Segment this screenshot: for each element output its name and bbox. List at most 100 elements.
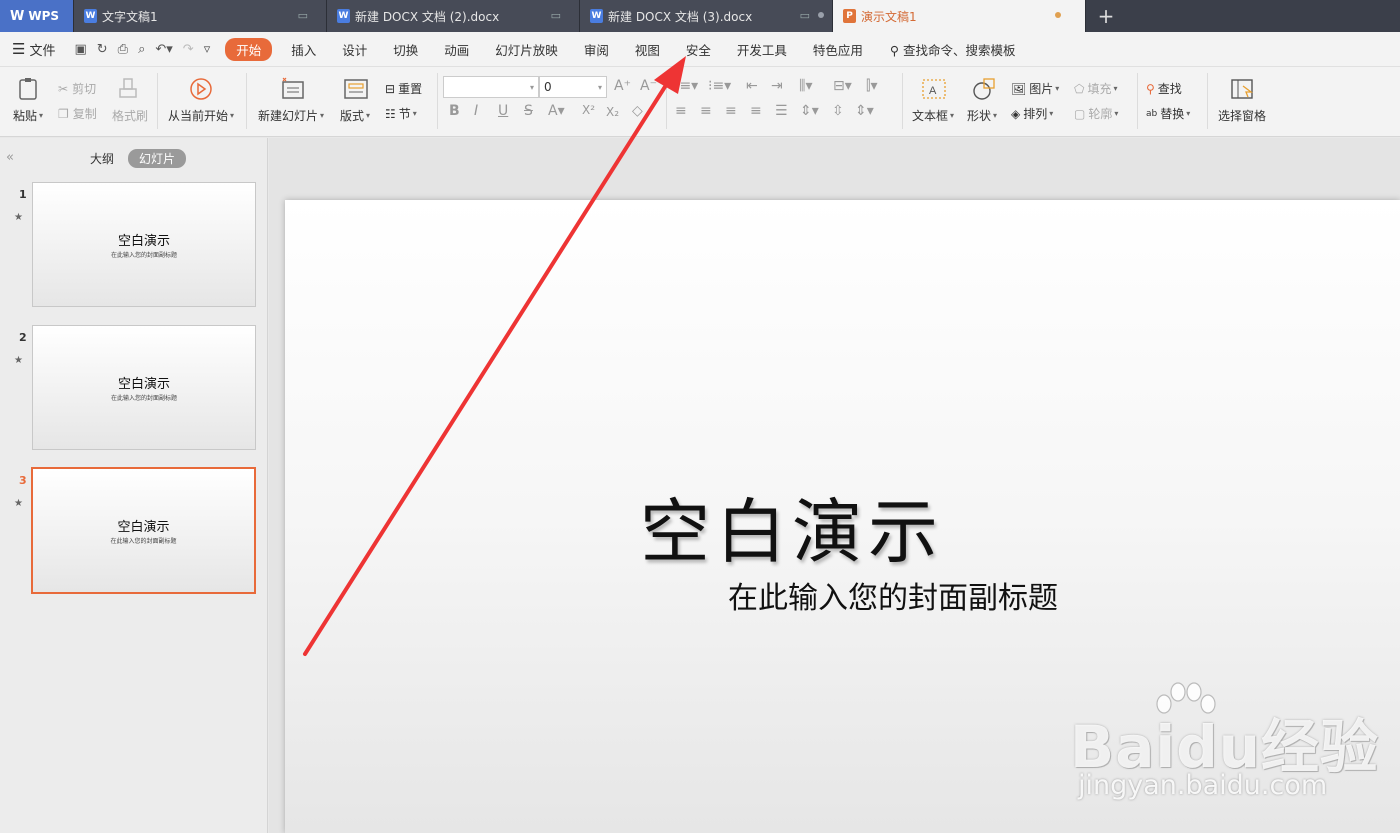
format-painter-label: 格式刷 (112, 109, 149, 123)
slide-thumbnail-2[interactable]: 空白演示 在此输入您的封面副标题 (32, 325, 256, 450)
tab-transition[interactable]: 切换 (380, 37, 431, 62)
copy-button[interactable]: ❐ 复制 (58, 105, 97, 122)
reset-button[interactable]: ⊟ 重置 (385, 80, 422, 97)
arrange-button[interactable]: ◈ 排列 ▾ (1011, 105, 1053, 122)
superscript-icon[interactable]: X² (582, 103, 595, 117)
underline-icon[interactable]: U (498, 103, 508, 119)
paragraph-settings-icon[interactable]: ⇕▾ (855, 103, 874, 119)
wps-home-tab[interactable]: W WPS (0, 0, 74, 32)
print-preview-icon[interactable]: ⌕ (138, 42, 145, 57)
customize-toolbar-icon[interactable]: ▿ (204, 42, 211, 57)
new-slide-icon (282, 77, 304, 99)
eraser-icon[interactable]: ◇ (632, 103, 643, 119)
font-color-icon[interactable]: A▾ (548, 103, 565, 119)
monitor-icon: ▭ (297, 9, 308, 22)
align-center-icon[interactable]: ≡ (700, 103, 712, 119)
slide-title[interactable]: 空白演示 (640, 476, 1190, 577)
strikethrough-icon[interactable]: S (524, 103, 533, 119)
command-search-label: 查找命令、搜索模板 (903, 42, 1016, 58)
increase-indent-icon[interactable]: ⇥ (771, 78, 783, 94)
play-from-current-button[interactable]: 从当前开始 ▾ (168, 107, 234, 124)
layers-icon: ◈ (1011, 106, 1021, 121)
writer-doc-icon: W (590, 9, 603, 23)
replace-button[interactable]: ab 替换 ▾ (1146, 105, 1190, 122)
tab-developer[interactable]: 开发工具 (724, 37, 800, 62)
tab-view[interactable]: 视图 (622, 37, 673, 62)
presentation-doc-icon: P (843, 9, 856, 23)
section-button[interactable]: ☷ 节 ▾ (385, 105, 417, 122)
bold-icon[interactable]: B (449, 103, 460, 119)
picture-button[interactable]: 🖼 图片 ▾ (1011, 80, 1059, 97)
file-menu-label: 文件 (29, 43, 56, 59)
paste-button[interactable]: 粘贴 ▾ (13, 107, 43, 124)
baidu-jingyan-watermark: Baidu经验 jingyan.baidu.com (1070, 680, 1390, 810)
tab-security[interactable]: 安全 (673, 37, 724, 62)
fill-button[interactable]: ⬠ 填充 ▾ (1074, 80, 1117, 97)
export-pdf-icon[interactable]: ↻ (97, 42, 108, 57)
shape-button[interactable]: 形状 ▾ (967, 107, 997, 124)
ribbon-separator (246, 73, 247, 129)
slides-tab[interactable]: 幻灯片 (128, 149, 187, 168)
unsaved-dot-icon (818, 12, 824, 18)
tab-home[interactable]: 开始 (225, 37, 273, 61)
align-text-icon[interactable]: ⊟▾ (833, 78, 852, 94)
collapse-panel-icon[interactable]: « (6, 150, 14, 165)
text-direction-icon[interactable]: ⫼▾ (799, 78, 812, 94)
print-icon[interactable]: ⎙ (118, 42, 128, 57)
tab-design[interactable]: 设计 (329, 37, 380, 62)
find-button[interactable]: ⚲ 查找 (1146, 80, 1182, 97)
presentation-tab[interactable]: P 演示文稿1 (833, 0, 1086, 32)
subscript-icon[interactable]: X₂ (606, 105, 619, 119)
save-icon[interactable]: ▣ (74, 42, 86, 57)
watermark-url: jingyan.baidu.com (1078, 770, 1328, 801)
command-search[interactable]: ⚲ 查找命令、搜索模板 (890, 40, 1016, 59)
outline-tab[interactable]: 大纲 (90, 150, 114, 167)
justify-icon[interactable]: ≡ (750, 103, 762, 119)
new-tab-button[interactable]: + (1086, 0, 1126, 32)
redo-icon[interactable]: ↷ (183, 42, 194, 57)
undo-icon[interactable]: ↶▾ (155, 42, 172, 57)
tab-special[interactable]: 特色应用 (800, 37, 876, 62)
distribute-icon[interactable]: ☰ (775, 103, 788, 119)
slide-subtitle[interactable]: 在此输入您的封面副标题 (728, 573, 1058, 617)
selection-pane-button[interactable]: 选择窗格 (1218, 107, 1266, 124)
tab-insert[interactable]: 插入 (278, 37, 329, 62)
format-painter-button[interactable]: 格式刷 (112, 107, 148, 124)
tab-slideshow[interactable]: 幻灯片放映 (482, 37, 571, 62)
new-slide-button[interactable]: 新建幻灯片 ▾ (258, 107, 324, 124)
chevron-down-icon: ▾ (597, 82, 602, 92)
font-size-select[interactable]: 0 ▾ (539, 76, 607, 98)
outline-label: 轮廓 (1088, 107, 1113, 121)
paste-label: 粘贴 (13, 109, 38, 123)
outline-button[interactable]: ▢ 轮廓 ▾ (1074, 105, 1118, 122)
italic-icon[interactable]: I (474, 103, 478, 119)
align-right-icon[interactable]: ≡ (725, 103, 737, 119)
document-tab-1[interactable]: W 文字文稿1 ▭ (74, 0, 327, 32)
numbered-list-icon[interactable]: ⁝≡▾ (708, 78, 731, 94)
line-spacing-icon[interactable]: ⇕▾ (800, 103, 819, 119)
document-tab-3[interactable]: W 新建 DOCX 文档 (3).docx ▭ (580, 0, 833, 32)
find-label: 查找 (1157, 82, 1182, 96)
cut-button[interactable]: ✂ 剪切 (58, 80, 96, 97)
replace-label: 替换 (1160, 107, 1185, 121)
reset-label: 重置 (398, 82, 423, 96)
slide-thumbnail-1[interactable]: 空白演示 在此输入您的封面副标题 (32, 182, 256, 307)
font-family-select[interactable]: ▾ (443, 76, 539, 98)
align-left-icon[interactable]: ≡ (675, 103, 687, 119)
textbox-button[interactable]: 文本框 ▾ (912, 107, 954, 124)
paragraph-spacing-icon[interactable]: ⇳ (832, 103, 844, 119)
file-menu[interactable]: ☰ 文件 (12, 40, 55, 59)
decrease-font-icon[interactable]: A⁻ (640, 78, 657, 94)
columns-icon[interactable]: ⫿▾ (866, 78, 878, 94)
scissors-icon: ✂ (58, 81, 69, 96)
thumbnail-subtitle: 在此输入您的封面副标题 (110, 252, 177, 259)
layout-button[interactable]: 版式 ▾ (340, 107, 370, 124)
document-tab-2[interactable]: W 新建 DOCX 文档 (2).docx ▭ (327, 0, 580, 32)
tab-animation[interactable]: 动画 (431, 37, 482, 62)
search-icon: ⚲ (889, 42, 900, 58)
increase-font-icon[interactable]: A⁺ (614, 78, 631, 94)
tab-review[interactable]: 审阅 (571, 37, 622, 62)
bullet-list-icon[interactable]: ⁝≡▾ (675, 78, 698, 94)
slide-thumbnail-3[interactable]: 空白演示 在此输入您的封面副标题 (31, 467, 256, 594)
decrease-indent-icon[interactable]: ⇤ (746, 78, 758, 94)
